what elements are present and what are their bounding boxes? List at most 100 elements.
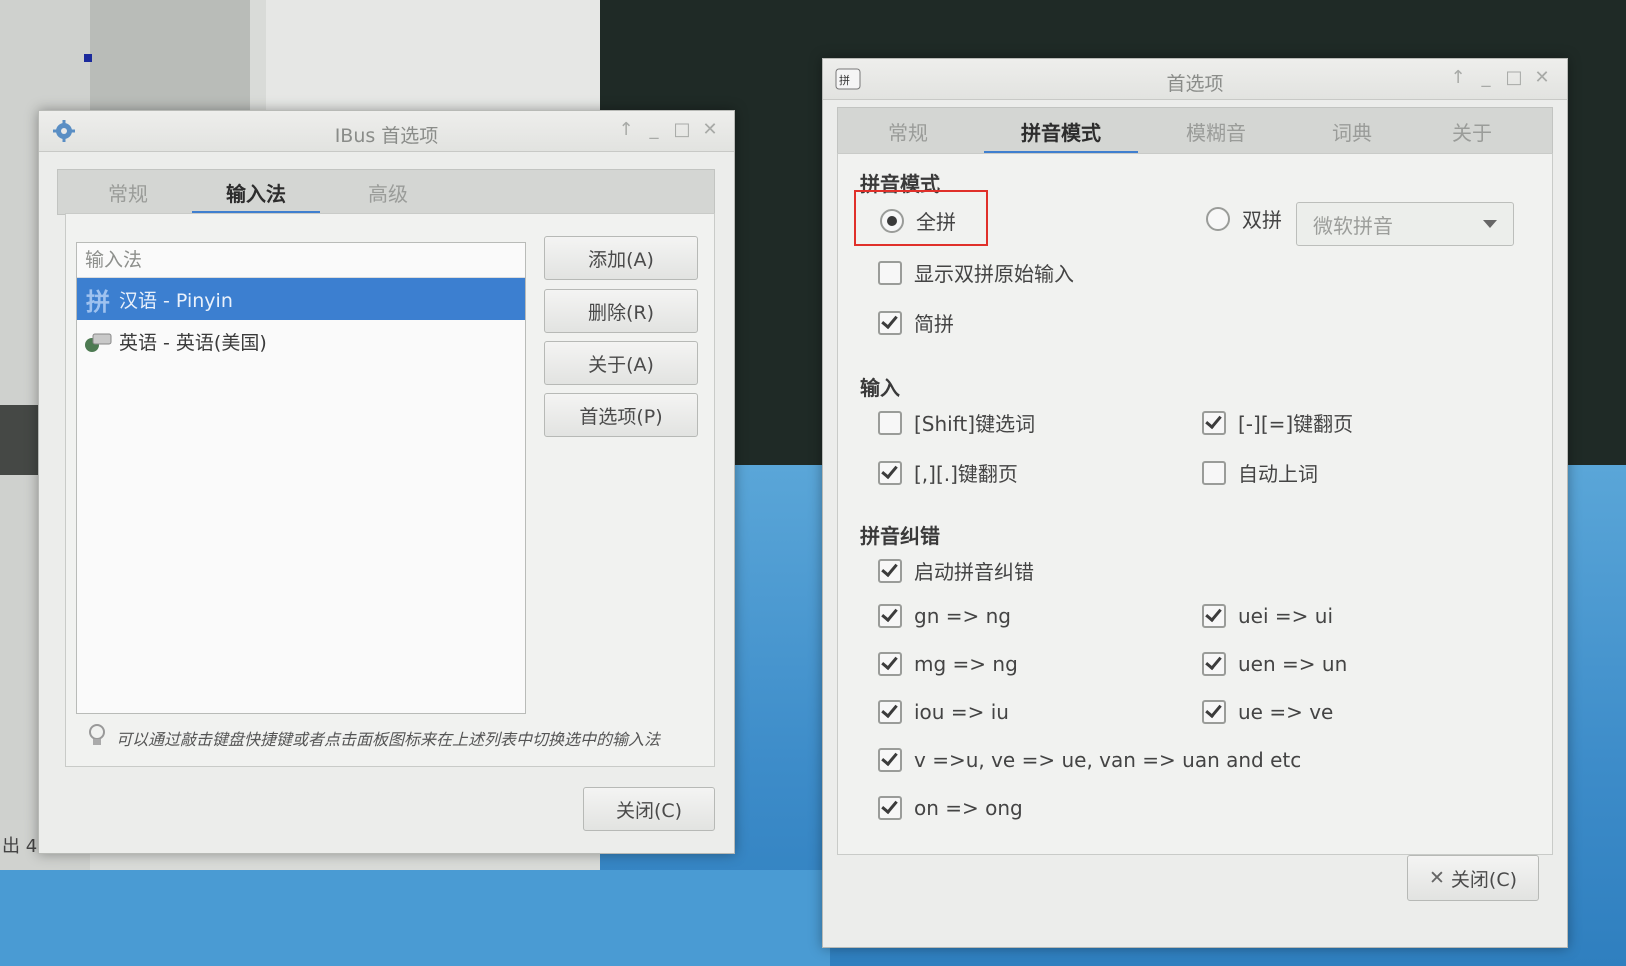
chevron-down-icon [1483, 220, 1497, 228]
tab-advanced[interactable]: 高级 [338, 170, 438, 214]
input-method-list[interactable]: 输入法 拼 汉语 - Pinyin 英语 - 英语(美国) [76, 242, 526, 714]
add-button[interactable]: 添加(A) [544, 236, 698, 280]
pinyin-icon: 拼 [86, 287, 110, 316]
hint-text: 可以通过敲击键盘快捷键或者点击面板图标来在上述列表中切换选中的输入法 [116, 730, 661, 749]
minimize-icon[interactable]: _ [1475, 67, 1497, 88]
title-bar[interactable]: IBus 首选项 ↑ _ □ ✕ [39, 111, 734, 152]
radio-indicator [880, 208, 904, 233]
option-label: 自动上词 [1238, 462, 1318, 486]
maximize-icon[interactable]: □ [671, 119, 693, 140]
checkbox-indicator [1202, 652, 1226, 676]
tab-fuzzy[interactable]: 模糊音 [1156, 108, 1276, 154]
option-label: v =>u, ve => ue, van => uan and etc [914, 748, 1302, 772]
close-icon[interactable]: ✕ [699, 119, 721, 140]
tab-bar: 常规 输入法 高级 [57, 169, 715, 215]
option-label: [,][.]键翻页 [914, 462, 1018, 486]
checkbox-indicator [878, 410, 902, 435]
tab-content: 拼音模式 全拼 双拼 微软拼音 显示双拼原始输入 简拼 输入 [Shift]键选… [837, 153, 1553, 855]
option-label: on => ong [914, 796, 1023, 820]
full-pinyin-radio[interactable]: 全拼 [880, 206, 956, 235]
checkbox-indicator [1202, 410, 1226, 435]
checkbox-indicator [878, 460, 902, 485]
auto-commit-checkbox[interactable]: 自动上词 [1202, 458, 1318, 487]
correction-iou-checkbox[interactable]: iou => iu [878, 700, 1009, 724]
checkbox-indicator [878, 558, 902, 583]
remove-button[interactable]: 删除(R) [544, 289, 698, 333]
checkbox-indicator [878, 604, 902, 628]
option-label: mg => ng [914, 652, 1018, 676]
maximize-icon[interactable]: □ [1503, 67, 1525, 88]
checkbox-indicator [1202, 604, 1226, 628]
double-pinyin-scheme-select[interactable]: 微软拼音 [1296, 202, 1514, 246]
about-button[interactable]: 关于(A) [544, 341, 698, 385]
checkbox-indicator [878, 652, 902, 676]
checkbox-indicator [878, 700, 902, 724]
option-label: [-][=]键翻页 [1238, 412, 1354, 436]
lightbulb-icon [88, 724, 106, 752]
list-item[interactable]: 拼 汉语 - Pinyin [77, 278, 525, 320]
option-label: gn => ng [914, 604, 1011, 628]
preferences-button[interactable]: 首选项(P) [544, 393, 698, 437]
comma-period-page-checkbox[interactable]: [,][.]键翻页 [878, 458, 1018, 487]
keep-above-icon[interactable]: ↑ [615, 119, 637, 140]
section-input: 输入 [860, 376, 900, 400]
minimize-icon[interactable]: _ [643, 119, 665, 140]
tab-general[interactable]: 常规 [858, 108, 958, 154]
tab-bar: 常规 拼音模式 模糊音 词典 关于 [837, 107, 1553, 155]
checkbox-indicator [1202, 700, 1226, 724]
tab-content: 输入法 拼 汉语 - Pinyin 英语 - 英语(美国) 添加(A) 删除(R… [65, 213, 715, 767]
cursor-marker [84, 54, 92, 62]
desktop-wallpaper [0, 870, 830, 966]
option-label: 简拼 [914, 312, 954, 336]
keyboard-icon [83, 326, 113, 356]
list-header: 输入法 [77, 243, 525, 278]
double-pinyin-radio[interactable]: 双拼 [1206, 204, 1282, 233]
option-label: uen => un [1238, 652, 1348, 676]
option-label: 全拼 [916, 210, 956, 234]
list-item-label: 汉语 - Pinyin [119, 289, 233, 312]
desktop-panel [0, 405, 40, 475]
enable-correction-checkbox[interactable]: 启动拼音纠错 [878, 556, 1034, 585]
option-label: ue => ve [1238, 700, 1334, 724]
desktop-panel [90, 0, 250, 120]
correction-mg-checkbox[interactable]: mg => ng [878, 652, 1018, 676]
option-label: [Shift]键选词 [914, 412, 1036, 436]
show-raw-input-checkbox[interactable]: 显示双拼原始输入 [878, 258, 1074, 287]
minus-equal-page-checkbox[interactable]: [-][=]键翻页 [1202, 408, 1353, 437]
incomplete-pinyin-checkbox[interactable]: 简拼 [878, 308, 954, 337]
close-icon: ✕ [1428, 867, 1445, 889]
pinyin-preferences-window: 拼 首选项 ↑ _ □ ✕ 常规 拼音模式 模糊音 词典 关于 拼音模式 全拼 … [822, 58, 1568, 948]
title-bar[interactable]: 拼 首选项 ↑ _ □ ✕ [823, 59, 1567, 100]
tab-pinyin-mode[interactable]: 拼音模式 [984, 108, 1138, 155]
correction-uei-checkbox[interactable]: uei => ui [1202, 604, 1333, 628]
close-button-label: 关闭(C) [1450, 868, 1517, 891]
correction-gn-checkbox[interactable]: gn => ng [878, 604, 1011, 628]
desktop-panel [266, 0, 616, 115]
option-label: uei => ui [1238, 604, 1333, 628]
shift-select-checkbox[interactable]: [Shift]键选词 [878, 408, 1035, 437]
close-button[interactable]: ✕ 关闭(C) [1407, 855, 1539, 901]
correction-on-checkbox[interactable]: on => ong [878, 796, 1023, 820]
taskbar-text: 出 4 [2, 836, 38, 857]
checkbox-indicator [878, 310, 902, 335]
close-icon[interactable]: ✕ [1531, 67, 1553, 88]
correction-v-checkbox[interactable]: v =>u, ve => ue, van => uan and etc [878, 748, 1301, 772]
checkbox-indicator [1202, 460, 1226, 485]
keep-above-icon[interactable]: ↑ [1447, 67, 1469, 88]
tab-about[interactable]: 关于 [1422, 108, 1522, 154]
ibus-preferences-window: IBus 首选项 ↑ _ □ ✕ 常规 输入法 高级 输入法 拼 汉语 - Pi… [38, 110, 735, 854]
correction-ue-checkbox[interactable]: ue => ve [1202, 700, 1333, 724]
list-item-label: 英语 - 英语(美国) [119, 331, 267, 354]
section-correction: 拼音纠错 [860, 524, 940, 548]
select-value: 微软拼音 [1313, 213, 1393, 238]
correction-uen-checkbox[interactable]: uen => un [1202, 652, 1347, 676]
tab-dictionary[interactable]: 词典 [1302, 108, 1402, 154]
tab-input-method[interactable]: 输入法 [192, 170, 320, 215]
tab-general[interactable]: 常规 [78, 170, 178, 214]
checkbox-indicator [878, 796, 902, 820]
option-label: iou => iu [914, 700, 1009, 724]
list-item[interactable]: 英语 - 英语(美国) [77, 320, 525, 362]
radio-indicator [1206, 206, 1230, 231]
close-button[interactable]: 关闭(C) [583, 787, 715, 831]
option-label: 双拼 [1242, 208, 1282, 232]
